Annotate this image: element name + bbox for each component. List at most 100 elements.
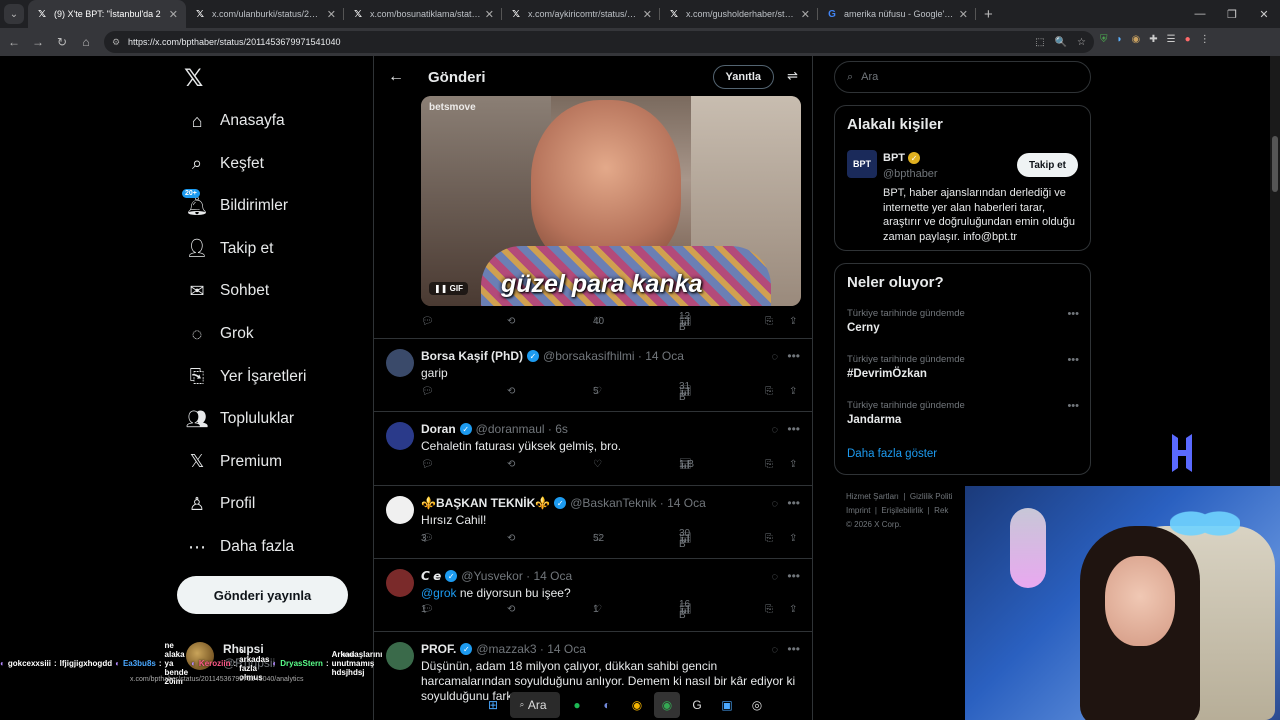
browser-tab[interactable]: 𝕏x.com/ulanburki/status/20111 ✕	[186, 0, 344, 28]
reply-button[interactable]: 💬︎ 3	[421, 533, 436, 544]
reply-tweet[interactable]: Doran ✓ @doranmaul · 6s ◌ ••• Cehaletin fa…	[374, 411, 812, 485]
sidebar-item-keşfet[interactable]: ⌕ Keşfet	[186, 153, 264, 175]
forward-icon[interactable]: →	[26, 35, 50, 49]
discord-icon[interactable]: ◐	[594, 692, 620, 718]
bookmark-icon[interactable]: ⎘	[765, 604, 773, 615]
maximize-icon[interactable]: ❐	[1216, 8, 1248, 21]
more-dots-icon[interactable]: •••	[787, 642, 800, 656]
shield-extension-icon[interactable]: ⛨	[1100, 34, 1108, 45]
repost-icon[interactable]: ⟲	[507, 386, 515, 397]
close-tab-icon[interactable]: ✕	[485, 8, 494, 21]
more-dots-icon[interactable]: •••	[787, 569, 800, 583]
browser-tab[interactable]: 𝕏x.com/aykiricomtr/status/20113✕	[502, 0, 660, 28]
trend-item[interactable]: Türkiye tarihinde gündemde #DevrimÖzkan ••…	[847, 354, 1079, 380]
bookmark-icon[interactable]: ⎘	[765, 316, 773, 327]
follow-button[interactable]: Takip et	[1016, 153, 1078, 177]
spotify-icon[interactable]: ●	[564, 692, 590, 718]
minimize-icon[interactable]: —	[1184, 8, 1216, 20]
obs-icon[interactable]: ◎	[744, 692, 770, 718]
grok-icon[interactable]: ◌	[771, 571, 778, 583]
avatar[interactable]	[386, 422, 414, 450]
sidebar-item-sohbet[interactable]: ✉ Sohbet	[186, 280, 269, 302]
like-button[interactable]: ♡ 5	[593, 386, 605, 397]
bpt-name[interactable]: BPT ✓	[883, 152, 924, 164]
profile-avatar-icon[interactable]: ●	[1185, 34, 1191, 45]
sidebar-item-profil[interactable]: ♙ Profil	[186, 493, 255, 515]
mention-link[interactable]: @grok	[421, 586, 457, 600]
gif-media[interactable]: betsmove güzel para kanka ❚❚ GIF	[421, 96, 801, 306]
sidebar-item-bildirimler[interactable]: 🔔︎ 20+ Bildirimler	[182, 189, 288, 217]
avatar[interactable]	[386, 569, 414, 597]
trend-item[interactable]: Türkiye tarihinde gündemde Cerny •••	[847, 308, 1079, 334]
close-tab-icon[interactable]: ✕	[643, 8, 652, 21]
bookmark-star-icon[interactable]: ☆	[1077, 37, 1086, 48]
close-tab-icon[interactable]: ✕	[327, 8, 336, 21]
grok-icon[interactable]: ◌	[771, 424, 778, 436]
like-button[interactable]: ♡ 1	[593, 604, 605, 615]
reply-button[interactable]: Yanıtla	[712, 65, 774, 89]
home-icon[interactable]: ⌂	[74, 35, 98, 49]
views-stat[interactable]: 📊︎ 16 B	[679, 599, 694, 621]
close-tab-icon[interactable]: ✕	[801, 8, 810, 21]
show-more-link[interactable]: Daha fazla göster	[847, 448, 937, 460]
app-icon[interactable]: G	[684, 692, 710, 718]
views-stat[interactable]: 📊︎ 31 B	[679, 381, 694, 403]
reply-tweet[interactable]: Borsa Kaşif (PhD) ✓ @borsakasifhilmi · 14 …	[374, 338, 812, 411]
back-arrow-icon[interactable]: ←	[388, 68, 404, 86]
start-icon[interactable]: ⊞	[480, 692, 506, 718]
share-icon[interactable]: ⇪	[789, 386, 797, 397]
sort-replies-icon[interactable]: ⇌	[787, 68, 798, 84]
back-icon[interactable]: ←	[2, 35, 26, 49]
more-dots-icon[interactable]: •••	[1067, 354, 1079, 366]
zoom-icon[interactable]: 🔍	[1055, 37, 1067, 48]
views-stat[interactable]: 📊︎ 12 B	[679, 311, 694, 333]
browser-menu-icon[interactable]: ⋮	[1200, 34, 1210, 45]
sidebar-item-daha-fazla[interactable]: ⋯ Daha fazla	[186, 536, 294, 558]
browser-tab[interactable]: 𝕏x.com/bosunatiklama/status/20✕	[344, 0, 502, 28]
like-button[interactable]: ♡ 40	[593, 316, 605, 327]
browser-tab[interactable]: 𝕏x.com/gusholderhaber/status/2 ✕	[660, 0, 818, 28]
reply-button[interactable]: 💬︎	[421, 459, 436, 470]
more-dots-icon[interactable]: •••	[787, 349, 800, 363]
close-window-icon[interactable]: ✕	[1248, 8, 1280, 21]
search-input[interactable]: ⌕ Ara	[834, 61, 1091, 93]
avatar[interactable]	[386, 349, 414, 377]
views-stat[interactable]: 📊︎ 30 B	[679, 528, 694, 550]
close-tab-icon[interactable]: ✕	[959, 8, 968, 21]
cookie-extension-icon[interactable]: ◉	[1132, 34, 1141, 45]
views-stat[interactable]: 📊︎ 1 B	[679, 459, 694, 470]
reply-button[interactable]: 💬︎ 1	[421, 604, 436, 615]
like-button[interactable]: ♡ 52	[593, 533, 605, 544]
sidebar-item-grok[interactable]: ◌ Grok	[186, 323, 254, 345]
sidebar-item-takip-et[interactable]: 👤︎ Takip et	[186, 238, 274, 260]
share-icon[interactable]: ⇪	[789, 533, 797, 544]
trend-item[interactable]: Türkiye tarihinde gündemde Jandarma •••	[847, 400, 1079, 426]
bookmark-icon[interactable]: ⎘	[765, 459, 773, 470]
gif-pause-button[interactable]: ❚❚ GIF	[429, 282, 468, 295]
reply-icon[interactable]: 💬︎	[421, 316, 434, 327]
grok-icon[interactable]: ◌	[771, 351, 778, 363]
url-field[interactable]: ⚙ https://x.com/bpthaber/status/20114536…	[104, 31, 1094, 53]
sidebar-item-premium[interactable]: 𝕏 Premium	[186, 451, 282, 473]
avatar[interactable]	[386, 642, 414, 670]
repost-icon[interactable]: ⟲	[507, 533, 515, 544]
like-button[interactable]: ♡	[593, 459, 605, 470]
reply-button[interactable]: 💬︎	[421, 386, 436, 397]
avatar[interactable]	[386, 496, 414, 524]
share-icon[interactable]: ⇪	[789, 604, 797, 615]
chrome-active-icon[interactable]: ◉	[654, 692, 680, 718]
new-tab-button[interactable]: +	[984, 6, 993, 23]
more-dots-icon[interactable]: •••	[1067, 400, 1079, 412]
extensions-icon[interactable]: ✚	[1149, 34, 1157, 45]
post-button[interactable]: Gönderi yayınla	[177, 576, 348, 614]
reply-tweet[interactable]: ⚜️BAŞKAN TEKNİK⚜️ ✓ @BaskanTeknik · 14 Oca…	[374, 485, 812, 558]
repost-icon[interactable]: ⟲	[507, 604, 515, 615]
grok-icon[interactable]: ◌	[771, 644, 778, 656]
tab-search-button[interactable]: ⌄	[4, 4, 24, 24]
reading-list-icon[interactable]: ☰	[1167, 34, 1176, 45]
repost-icon[interactable]: ⟲	[507, 459, 515, 470]
bookmark-icon[interactable]: ⎘	[765, 386, 773, 397]
repost-icon[interactable]: ⟲	[507, 316, 515, 327]
more-dots-icon[interactable]: •••	[787, 422, 800, 436]
photos-icon[interactable]: ▣	[714, 692, 740, 718]
